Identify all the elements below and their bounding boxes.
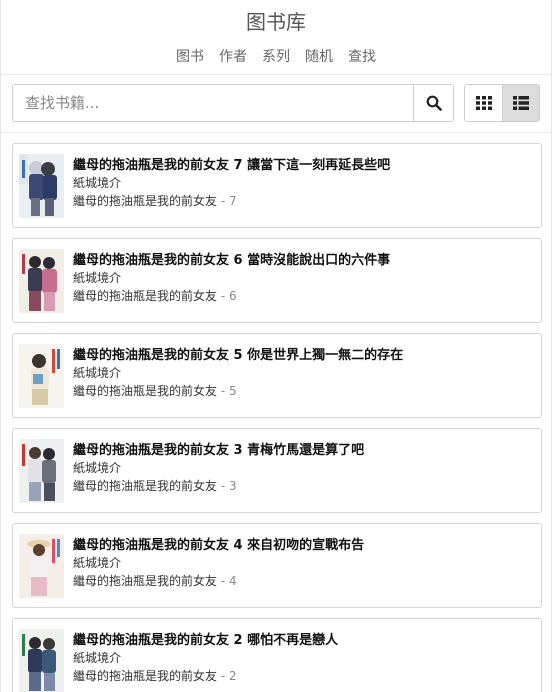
list-view-icon [513,96,530,110]
book-author[interactable]: 紙城境介 [73,270,533,286]
book-list: 繼母的拖油瓶是我的前女友 7 讓當下這一刻再延長些吧 紙城境介 繼母的拖油瓶是我… [1,132,551,692]
book-title[interactable]: 繼母的拖油瓶是我的前女友 5 你是世界上獨一無二的存在 [73,347,533,364]
series-separator: - [217,479,229,493]
book-info: 繼母的拖油瓶是我的前女友 2 哪怕不再是戀人 紙城境介 繼母的拖油瓶是我的前女友… [73,632,533,684]
book-item[interactable]: 繼母的拖油瓶是我的前女友 7 讓當下這一刻再延長些吧 紙城境介 繼母的拖油瓶是我… [12,143,542,228]
series-name[interactable]: 繼母的拖油瓶是我的前女友 [73,289,217,303]
search-input[interactable] [13,85,414,121]
book-info: 繼母的拖油瓶是我的前女友 7 讓當下這一刻再延長些吧 紙城境介 繼母的拖油瓶是我… [73,157,533,209]
list-view-button[interactable] [502,85,539,121]
book-title[interactable]: 繼母的拖油瓶是我的前女友 4 來自初吻的宣戰布告 [73,537,533,554]
book-cover[interactable] [19,534,64,598]
book-title[interactable]: 繼母的拖油瓶是我的前女友 2 哪怕不再是戀人 [73,632,533,649]
series-name[interactable]: 繼母的拖油瓶是我的前女友 [73,384,217,398]
book-item[interactable]: 繼母的拖油瓶是我的前女友 3 青梅竹馬還是算了吧 紙城境介 繼母的拖油瓶是我的前… [12,428,542,513]
book-title[interactable]: 繼母的拖油瓶是我的前女友 6 當時沒能說出口的六件事 [73,252,533,269]
search-icon [426,95,442,111]
book-author[interactable]: 紙城境介 [73,365,533,381]
page: 图书库 图书 作者 系列 随机 查找 查找书籍... 繼母的拖油瓶是我的前女友 … [0,0,552,692]
series-name[interactable]: 繼母的拖油瓶是我的前女友 [73,194,217,208]
grid-view-icon [475,96,492,110]
grid-view-button[interactable] [465,85,503,121]
book-item[interactable]: 繼母的拖油瓶是我的前女友 2 哪怕不再是戀人 紙城境介 繼母的拖油瓶是我的前女友… [12,618,542,692]
book-title[interactable]: 繼母的拖油瓶是我的前女友 7 讓當下這一刻再延長些吧 [73,157,533,174]
book-item[interactable]: 繼母的拖油瓶是我的前女友 4 來自初吻的宣戰布告 紙城境介 繼母的拖油瓶是我的前… [12,523,542,608]
series-index: 6 [228,289,237,303]
header: 图书库 图书 作者 系列 随机 查找 [1,0,551,75]
book-cover[interactable] [19,344,64,408]
nav-random[interactable]: 随机 [305,48,333,66]
series-separator: - [217,384,229,398]
book-series: 繼母的拖油瓶是我的前女友 - 6 [73,288,533,304]
book-item[interactable]: 繼母的拖油瓶是我的前女友 5 你是世界上獨一無二的存在 紙城境介 繼母的拖油瓶是… [12,333,542,418]
toolbar [12,84,540,122]
book-cover[interactable] [19,629,64,692]
book-info: 繼母的拖油瓶是我的前女友 6 當時沒能說出口的六件事 紙城境介 繼母的拖油瓶是我… [73,252,533,304]
book-cover[interactable] [19,249,64,313]
book-info: 繼母的拖油瓶是我的前女友 5 你是世界上獨一無二的存在 紙城境介 繼母的拖油瓶是… [73,347,533,399]
book-series: 繼母的拖油瓶是我的前女友 - 5 [73,383,533,399]
series-index: 3 [228,479,237,493]
book-info: 繼母的拖油瓶是我的前女友 3 青梅竹馬還是算了吧 紙城境介 繼母的拖油瓶是我的前… [73,442,533,494]
book-info: 繼母的拖油瓶是我的前女友 4 來自初吻的宣戰布告 紙城境介 繼母的拖油瓶是我的前… [73,537,533,589]
nav-books[interactable]: 图书 [176,48,204,66]
book-author[interactable]: 紙城境介 [73,460,533,476]
series-index: 4 [228,574,237,588]
series-separator: - [217,194,229,208]
series-index: 2 [228,669,237,683]
nav-search[interactable]: 查找 [348,48,376,66]
book-item[interactable]: 繼母的拖油瓶是我的前女友 6 當時沒能說出口的六件事 紙城境介 繼母的拖油瓶是我… [12,238,542,323]
series-name[interactable]: 繼母的拖油瓶是我的前女友 [73,669,217,683]
series-name[interactable]: 繼母的拖油瓶是我的前女友 [73,479,217,493]
series-separator: - [217,669,229,683]
book-cover[interactable] [19,154,64,218]
search-button[interactable] [413,85,454,121]
main-nav: 图书 作者 系列 随机 查找 [1,48,551,66]
book-cover[interactable] [19,439,64,503]
book-series: 繼母的拖油瓶是我的前女友 - 4 [73,573,533,589]
book-author[interactable]: 紙城境介 [73,175,533,191]
book-title[interactable]: 繼母的拖油瓶是我的前女友 3 青梅竹馬還是算了吧 [73,442,533,459]
series-separator: - [217,289,229,303]
nav-authors[interactable]: 作者 [219,48,247,66]
book-series: 繼母的拖油瓶是我的前女友 - 2 [73,668,533,684]
book-series: 繼母的拖油瓶是我的前女友 - 3 [73,478,533,494]
book-author[interactable]: 紙城境介 [73,555,533,571]
series-separator: - [217,574,229,588]
nav-series[interactable]: 系列 [262,48,290,66]
series-name[interactable]: 繼母的拖油瓶是我的前女友 [73,574,217,588]
view-toggle [464,84,540,122]
search-box [12,84,455,122]
book-series: 繼母的拖油瓶是我的前女友 - 7 [73,193,533,209]
series-index: 5 [228,384,237,398]
series-index: 7 [228,194,237,208]
site-title[interactable]: 图书库 [1,0,551,35]
book-author[interactable]: 紙城境介 [73,650,533,666]
